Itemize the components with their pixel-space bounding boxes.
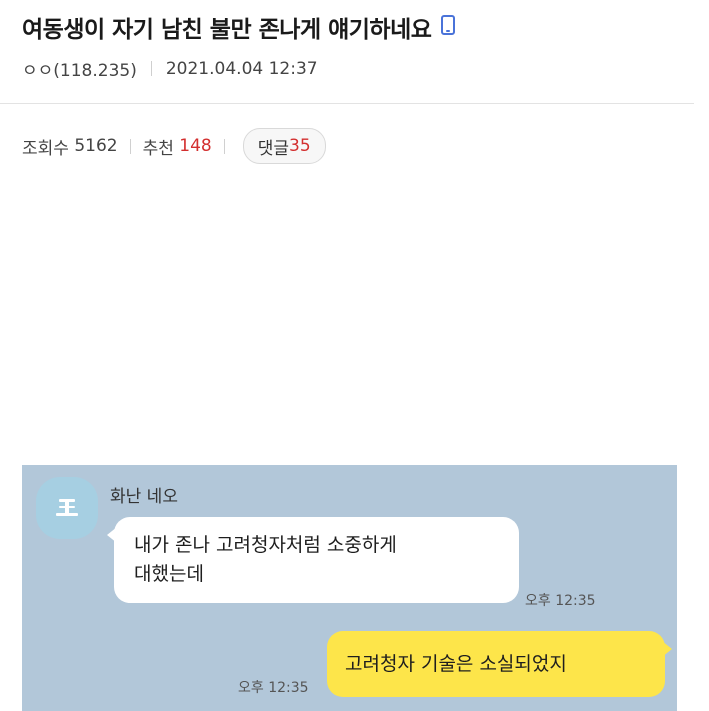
views-count: 5162 bbox=[74, 136, 118, 156]
post-header: 여동생이 자기 남친 불만 존나게 얘기하네요 bbox=[22, 10, 456, 44]
views-label: 조회수 bbox=[22, 138, 69, 159]
post-title: 여동생이 자기 남친 불만 존나게 얘기하네요 bbox=[22, 17, 432, 43]
recommend-label: 추천 bbox=[142, 138, 174, 159]
comments-count: 35 bbox=[289, 136, 311, 156]
post-page: 여동생이 자기 남친 불만 존나게 얘기하네요 ㅇㅇ(118.235) 2021… bbox=[0, 0, 709, 711]
post-date: 2021.04.04 12:37 bbox=[165, 58, 318, 79]
stats-divider bbox=[223, 138, 225, 154]
header-divider bbox=[0, 103, 694, 104]
incoming-line-2: 대했는데 bbox=[134, 563, 204, 585]
chat-screenshot: 화난 네오 내가 존나 고려청자처럼 소중하게 대했는데 오후 12:35 오후… bbox=[22, 465, 677, 711]
post-stats: 조회수 5162 추천 148 댓글 35 bbox=[22, 128, 326, 164]
comments-button[interactable]: 댓글 35 bbox=[242, 128, 326, 164]
outgoing-message: 고려청자 기술은 소실되었지 bbox=[327, 631, 672, 697]
author-name[interactable]: ㅇㅇ(118.235) bbox=[22, 56, 137, 81]
neo-avatar-icon bbox=[56, 497, 78, 519]
post-meta: ㅇㅇ(118.235) 2021.04.04 12:37 bbox=[22, 56, 318, 82]
incoming-message: 내가 존나 고려청자처럼 소중하게 대했는데 bbox=[107, 517, 519, 603]
stats-divider bbox=[129, 138, 131, 154]
incoming-timestamp: 오후 12:35 bbox=[525, 593, 596, 609]
comments-label: 댓글 bbox=[257, 138, 290, 159]
recommend-count: 148 bbox=[179, 136, 212, 156]
meta-divider bbox=[150, 61, 152, 76]
outgoing-timestamp: 오후 12:35 bbox=[238, 680, 309, 696]
mobile-icon bbox=[441, 15, 456, 35]
incoming-line-1: 내가 존나 고려청자처럼 소중하게 bbox=[134, 534, 397, 556]
avatar bbox=[36, 477, 98, 539]
sender-name: 화난 네오 bbox=[110, 487, 178, 507]
